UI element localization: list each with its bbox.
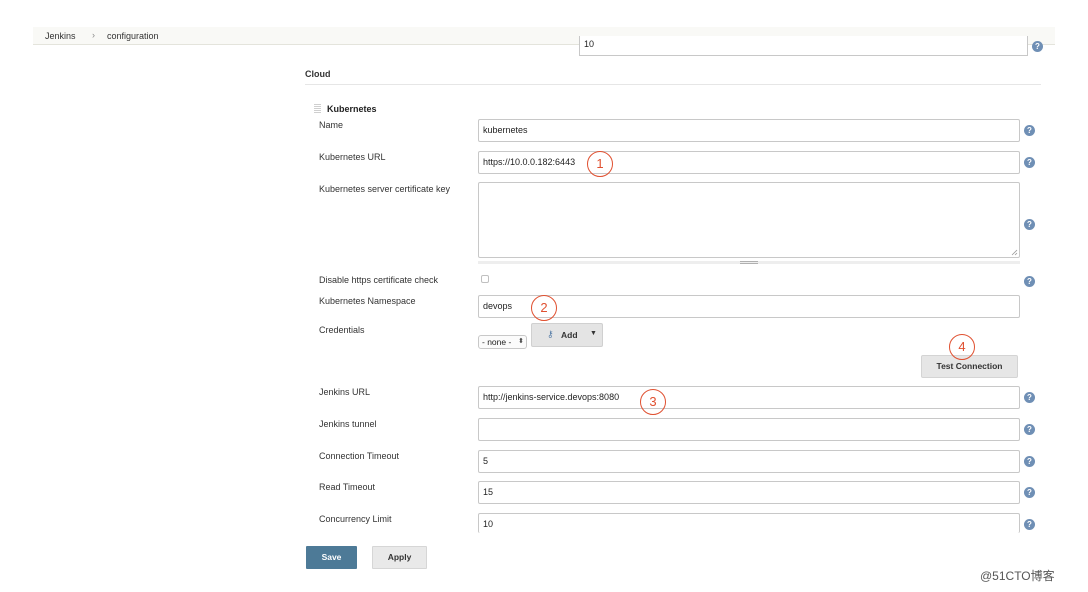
apply-button[interactable]: Apply [372,546,427,569]
kubernetes-url-label: Kubernetes URL [319,152,386,162]
key-icon: ⚷ [547,329,554,339]
annotation-marker-2: 2 [531,295,557,321]
help-icon[interactable]: ? [1024,487,1035,498]
help-icon[interactable]: ? [1024,456,1035,467]
test-connection-button[interactable]: Test Connection [921,355,1018,378]
help-icon[interactable]: ? [1024,276,1035,287]
jenkins-tunnel-input[interactable] [478,418,1020,441]
resize-handle-icon[interactable] [1011,249,1018,256]
drag-handle-icon[interactable] [314,104,321,114]
name-input[interactable]: kubernetes [478,119,1020,142]
concurrency-limit-input[interactable]: 10 [478,513,1020,533]
annotation-marker-4: 4 [949,334,975,360]
credentials-selected-value: - none - [482,337,512,347]
credentials-select[interactable]: - none - ⬍ [478,335,527,349]
read-timeout-label: Read Timeout [319,482,376,492]
help-icon[interactable]: ? [1024,219,1035,230]
jenkins-tunnel-label: Jenkins tunnel [319,419,377,429]
help-icon[interactable]: ? [1032,41,1043,52]
connection-timeout-label: Connection Timeout [319,451,400,461]
disable-https-check-checkbox[interactable] [481,275,489,283]
annotation-marker-1: 1 [587,151,613,177]
namespace-label: Kubernetes Namespace [319,296,416,306]
breadcrumb-separator-icon: › [92,30,95,40]
grip-icon[interactable] [740,261,758,264]
credentials-label: Credentials [319,325,365,335]
cloud-section-title: Cloud [305,69,331,79]
breadcrumb-item-configuration[interactable]: configuration [107,31,159,41]
disable-https-check-label: Disable https certificate check [319,275,439,285]
jenkins-url-label: Jenkins URL [319,387,371,397]
add-button-label: Add [561,330,578,340]
concurrency-limit-label: Concurrency Limit [319,514,392,524]
kubernetes-cloud-title: Kubernetes [327,104,377,114]
namespace-input[interactable]: devops [478,295,1020,318]
help-icon[interactable]: ? [1024,157,1035,168]
previous-field-input[interactable]: 10 [579,36,1028,56]
help-icon[interactable]: ? [1024,125,1035,136]
server-cert-key-textarea[interactable] [478,182,1020,258]
add-credentials-button[interactable]: ⚷ Add ▼ [531,323,603,347]
help-icon[interactable]: ? [1024,392,1035,403]
read-timeout-input[interactable]: 15 [478,481,1020,504]
breadcrumb-item-jenkins[interactable]: Jenkins [45,31,76,41]
server-cert-key-label: Kubernetes server certificate key [319,184,451,194]
name-label: Name [319,120,344,130]
caret-down-icon[interactable]: ▼ [590,330,597,337]
help-icon[interactable]: ? [1024,424,1035,435]
section-divider [305,84,1041,85]
connection-timeout-input[interactable]: 5 [478,450,1020,473]
select-arrows-icon: ⬍ [518,338,524,345]
kubernetes-url-input[interactable]: https://10.0.0.182:6443 [478,151,1020,174]
jenkins-url-input[interactable]: http://jenkins-service.devops:8080 [478,386,1020,409]
annotation-marker-3: 3 [640,389,666,415]
help-icon[interactable]: ? [1024,519,1035,530]
save-button[interactable]: Save [306,546,357,569]
watermark: @51CTO博客 [980,569,1055,583]
